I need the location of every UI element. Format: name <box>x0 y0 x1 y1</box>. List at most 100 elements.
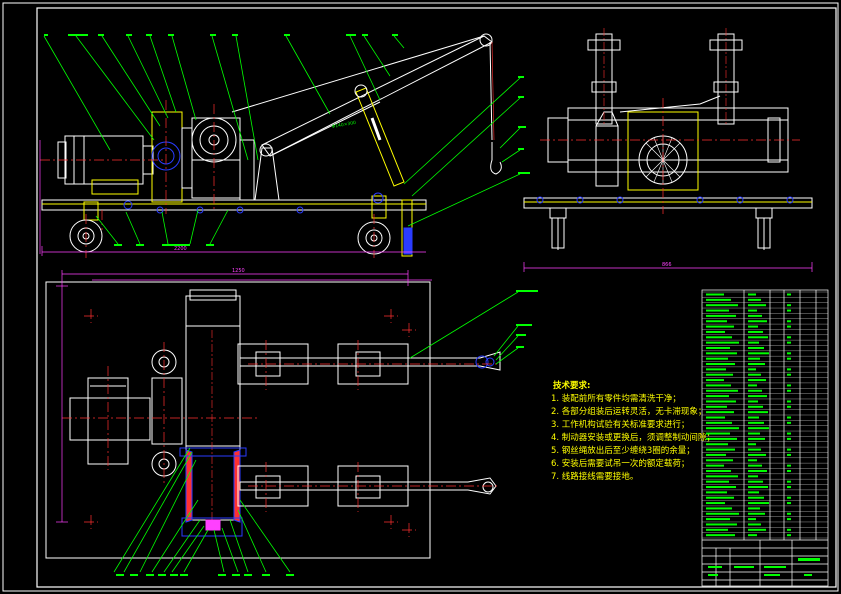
parts-row-mark <box>706 512 739 515</box>
technical-requirements: 技术要求: 1. 装配前所有零件均需清洗干净； 2. 各部分组装后运转灵活，无卡… <box>551 380 715 484</box>
parts-row-mark <box>748 309 757 312</box>
tech-req-line: 7. 线路接线需要接地。 <box>551 472 639 482</box>
parts-row-mark <box>748 507 760 510</box>
parts-row-mark <box>748 459 757 462</box>
parts-row-mark <box>706 368 726 371</box>
parts-row-mark <box>787 518 791 521</box>
side-view <box>523 28 813 250</box>
front-view-leaders <box>43 35 521 245</box>
parts-row-mark <box>748 357 760 360</box>
parts-row-mark <box>706 486 736 489</box>
dim-plan-text: 1250 <box>232 268 245 274</box>
parts-row-mark <box>748 330 763 333</box>
parts-row-mark <box>748 464 762 467</box>
parts-row-mark <box>787 293 791 296</box>
parts-row-mark <box>748 298 761 301</box>
parts-row-mark <box>748 400 758 403</box>
parts-row-mark <box>748 293 756 296</box>
parts-row-mark <box>706 518 730 521</box>
parts-row-mark <box>787 421 791 424</box>
dim-front-text: 2200 <box>174 246 187 252</box>
tech-req-line: 2. 各部分组装后运转灵活，无卡滞现象； <box>551 407 707 417</box>
parts-row-mark <box>748 379 766 382</box>
parts-row-mark <box>787 320 791 323</box>
parts-row-mark <box>706 523 737 526</box>
parts-row-mark <box>748 534 757 537</box>
parts-row-mark <box>787 432 791 435</box>
parts-row-mark <box>748 346 764 349</box>
parts-row-mark <box>787 389 791 392</box>
tech-req-line: 4. 制动器安装或更换后，须调整制动间隙； <box>551 433 715 443</box>
parts-row-mark <box>748 336 768 339</box>
parts-row-mark <box>787 384 791 387</box>
parts-row-mark <box>706 325 734 328</box>
parts-row-mark <box>787 352 791 355</box>
parts-row-mark <box>748 475 758 478</box>
parts-row-mark <box>748 491 759 494</box>
parts-row-mark <box>748 480 763 483</box>
parts-row-mark <box>748 448 761 451</box>
parts-row-mark <box>748 512 765 515</box>
parts-row-mark <box>787 469 791 472</box>
title-block-marks <box>708 558 820 576</box>
parts-row-mark <box>748 469 767 472</box>
parts-row-mark <box>787 502 791 505</box>
parts-row-mark <box>706 491 727 494</box>
parts-row-mark <box>748 496 764 499</box>
parts-row-mark <box>706 502 725 505</box>
reducer-housing <box>191 117 241 199</box>
parts-row-mark <box>787 416 791 419</box>
plan-view <box>45 281 501 559</box>
parts-row-mark <box>787 336 791 339</box>
side-wheels <box>549 207 773 250</box>
parts-row-mark <box>748 304 766 307</box>
parts-row-mark <box>706 534 735 537</box>
tech-req-line: 6. 安装后需要试吊一次的额定载荷； <box>551 459 690 469</box>
parts-row-mark <box>787 405 791 408</box>
parts-row-mark <box>706 293 724 296</box>
parts-list-rows <box>702 291 828 539</box>
parts-row-mark <box>787 437 791 440</box>
base-beam <box>41 199 427 211</box>
parts-row-mark <box>787 528 791 531</box>
plan-view-leaders <box>113 291 519 573</box>
parts-row-mark <box>787 325 791 328</box>
parts-row-mark <box>706 341 739 344</box>
parts-row-mark <box>748 320 767 323</box>
parts-row-mark <box>787 373 791 376</box>
parts-row-mark <box>787 400 791 403</box>
tech-req-line: 3. 工作机构试验有关标准要求进行； <box>551 420 690 430</box>
dim-side-text: 866 <box>662 262 672 268</box>
parts-row-mark <box>787 448 791 451</box>
cad-drawing-sheet: 2200 Φ140×300 866 1250 <box>2 2 839 592</box>
tech-req-line: 5. 钢丝绳放出后至少缠绕3圈的余量； <box>551 446 695 456</box>
parts-row-mark <box>787 453 791 456</box>
parts-row-mark <box>706 373 733 376</box>
parts-row-mark <box>748 389 762 392</box>
parts-row-mark <box>748 421 764 424</box>
parts-row-mark <box>787 368 791 371</box>
parts-row-mark <box>706 320 727 323</box>
parts-row-mark <box>748 443 756 446</box>
parts-row-mark <box>748 523 761 526</box>
parts-row-mark <box>787 486 791 489</box>
parts-row-mark <box>706 363 735 366</box>
parts-row-mark <box>787 496 791 499</box>
parts-row-mark <box>748 384 757 387</box>
parts-row-mark <box>748 395 767 398</box>
parts-row-mark <box>748 416 759 419</box>
parts-row-mark <box>706 346 730 349</box>
parts-row-mark <box>706 528 728 531</box>
parts-row-mark <box>748 411 768 414</box>
parts-row-mark <box>706 507 732 510</box>
parts-row-mark <box>748 363 765 366</box>
parts-row-mark <box>748 486 768 489</box>
parts-row-mark <box>787 480 791 483</box>
parts-row-mark <box>706 314 736 317</box>
parts-row-mark <box>706 336 732 339</box>
hook <box>490 142 502 175</box>
parts-row-mark <box>748 518 756 521</box>
parts-row-mark <box>748 427 769 430</box>
front-view <box>41 33 502 257</box>
parts-row-mark <box>787 304 791 307</box>
